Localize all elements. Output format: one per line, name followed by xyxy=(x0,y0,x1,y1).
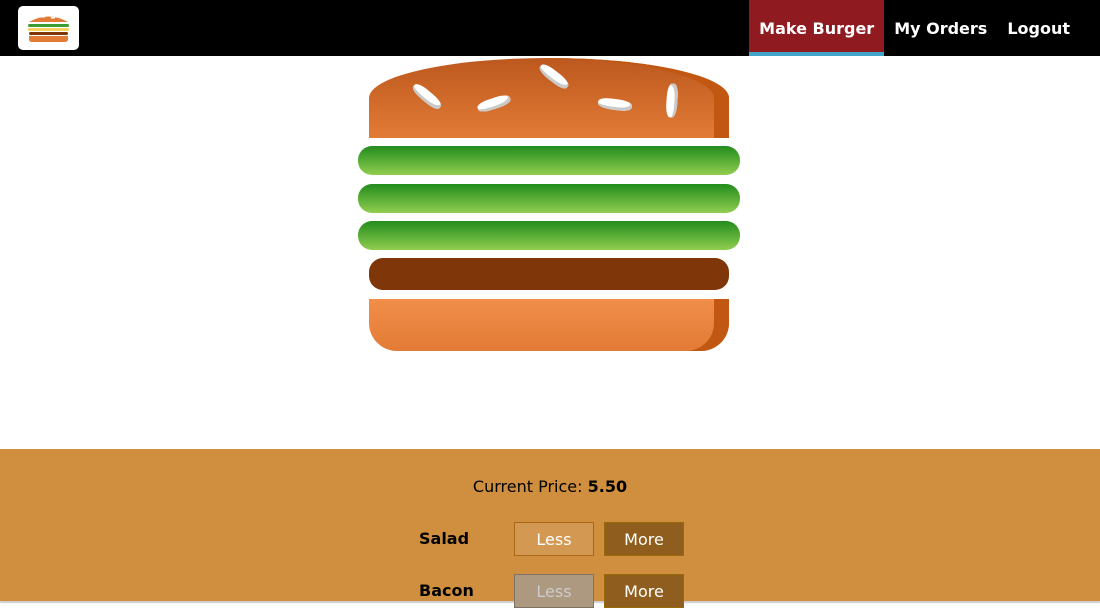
salad-layer xyxy=(358,184,740,213)
salad-layer xyxy=(358,221,740,250)
bacon-less-button[interactable]: Less xyxy=(514,574,594,608)
bread-bottom xyxy=(369,299,729,351)
nav-logout[interactable]: Logout xyxy=(997,0,1080,56)
salad-layer xyxy=(358,146,740,175)
control-salad: Salad Less More xyxy=(0,522,1100,556)
bread-top xyxy=(369,58,729,138)
burger-preview xyxy=(0,56,1100,449)
current-price: Current Price: 5.50 xyxy=(0,477,1100,496)
main-navigation: Make Burger My Orders Logout xyxy=(749,0,1080,56)
salad-more-button[interactable]: More xyxy=(604,522,684,556)
nav-make-burger[interactable]: Make Burger xyxy=(749,0,885,56)
salad-less-button[interactable]: Less xyxy=(514,522,594,556)
burger-logo-icon xyxy=(28,16,69,42)
price-label: Current Price: xyxy=(472,477,583,496)
logo[interactable] xyxy=(18,6,79,50)
meat-layer xyxy=(369,258,729,290)
nav-my-orders[interactable]: My Orders xyxy=(884,0,997,56)
build-controls: Current Price: 5.50 Salad Less More Baco… xyxy=(0,449,1100,608)
sesame-seed xyxy=(665,83,679,118)
sesame-seed xyxy=(597,96,633,113)
control-label-bacon: Bacon xyxy=(419,581,474,600)
toolbar: Make Burger My Orders Logout xyxy=(0,0,1100,56)
control-label-salad: Salad xyxy=(419,529,470,548)
sesame-seed xyxy=(537,61,571,92)
control-bacon: Bacon Less More xyxy=(0,574,1100,608)
bacon-more-button[interactable]: More xyxy=(604,574,684,608)
sesame-seed xyxy=(410,81,444,112)
price-value: 5.50 xyxy=(587,477,628,496)
sesame-seed xyxy=(476,93,512,114)
